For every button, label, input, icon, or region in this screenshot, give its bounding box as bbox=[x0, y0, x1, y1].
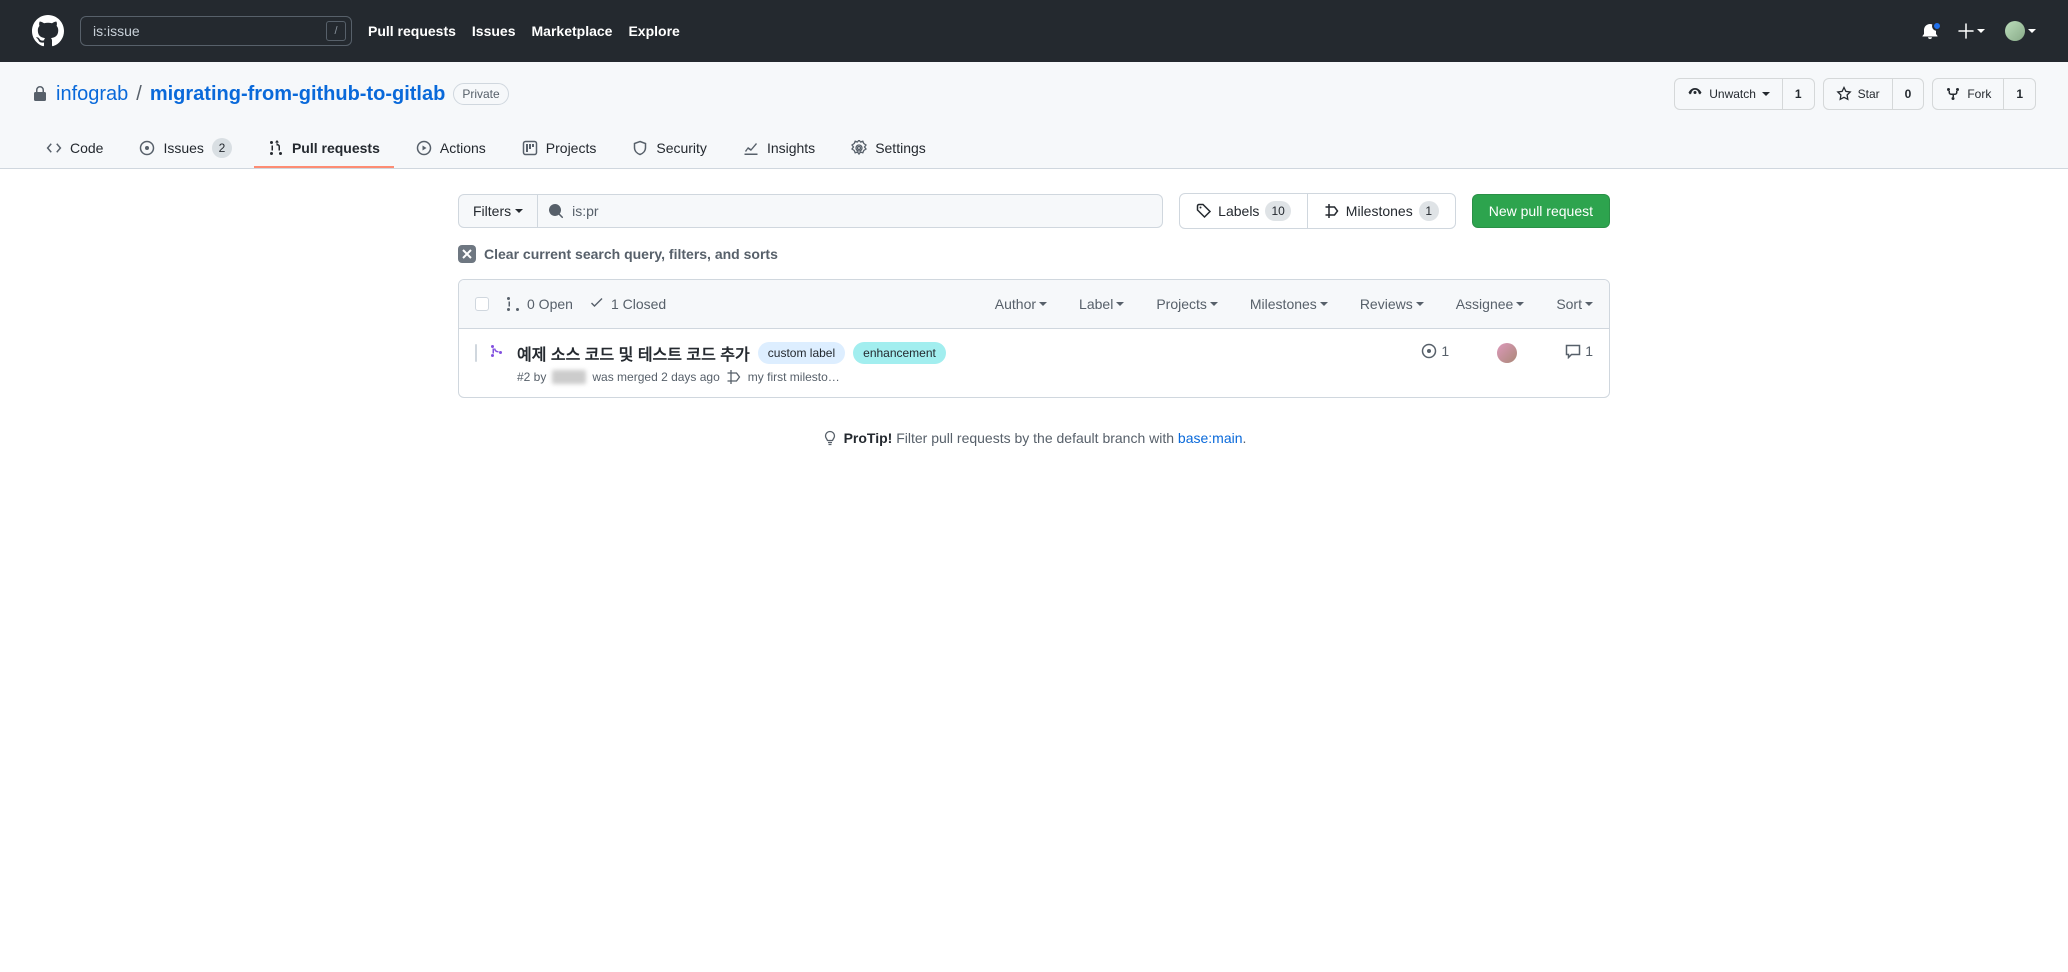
fork-button[interactable]: Fork1 bbox=[1932, 78, 2036, 110]
global-search: / bbox=[80, 16, 352, 46]
user-menu[interactable] bbox=[2005, 21, 2036, 41]
filters-button[interactable]: Filters bbox=[458, 194, 538, 228]
github-logo[interactable] bbox=[32, 15, 64, 47]
comments[interactable]: 1 bbox=[1565, 343, 1593, 359]
row-checkbox[interactable] bbox=[475, 344, 477, 362]
tab-insights[interactable]: Insights bbox=[729, 130, 829, 168]
assignee-avatar[interactable] bbox=[1497, 343, 1517, 363]
repo-owner[interactable]: infograb bbox=[56, 83, 128, 106]
filter-assignee[interactable]: Assignee bbox=[1456, 296, 1525, 312]
linked-issues[interactable]: 1 bbox=[1421, 343, 1449, 359]
filter-reviews[interactable]: Reviews bbox=[1360, 296, 1424, 312]
notifications-icon[interactable] bbox=[1922, 23, 1938, 39]
labels-button[interactable]: Labels10 bbox=[1180, 194, 1307, 228]
tab-issues[interactable]: Issues2 bbox=[125, 130, 245, 168]
closed-filter[interactable]: 1 Closed bbox=[589, 296, 666, 312]
visibility-badge: Private bbox=[453, 83, 508, 105]
merged-icon bbox=[489, 341, 505, 385]
close-icon bbox=[458, 245, 476, 263]
repo-name[interactable]: migrating-from-github-to-gitlab bbox=[150, 83, 446, 106]
pr-search-input[interactable] bbox=[538, 194, 1163, 228]
filter-projects[interactable]: Projects bbox=[1156, 296, 1218, 312]
create-menu[interactable] bbox=[1958, 23, 1985, 39]
unwatch-button[interactable]: Unwatch1 bbox=[1674, 78, 1814, 110]
filter-milestones[interactable]: Milestones bbox=[1250, 296, 1328, 312]
pr-title-link[interactable]: 예제 소스 코드 및 테스트 코드 추가 bbox=[517, 341, 750, 365]
nav-pulls[interactable]: Pull requests bbox=[368, 23, 456, 39]
pr-row: 예제 소스 코드 및 테스트 코드 추가 custom label enhanc… bbox=[459, 329, 1609, 397]
pr-subtitle: #2 by ████ was merged 2 days ago my firs… bbox=[517, 369, 1409, 385]
nav-issues[interactable]: Issues bbox=[472, 23, 516, 39]
notification-dot bbox=[1932, 21, 1942, 31]
tab-code[interactable]: Code bbox=[32, 130, 117, 168]
pr-label[interactable]: enhancement bbox=[853, 342, 946, 364]
new-pr-button[interactable]: New pull request bbox=[1472, 194, 1610, 228]
milestones-button[interactable]: Milestones1 bbox=[1307, 194, 1455, 228]
tab-settings[interactable]: Settings bbox=[837, 130, 940, 168]
filter-sort[interactable]: Sort bbox=[1556, 296, 1593, 312]
tab-pulls[interactable]: Pull requests bbox=[254, 130, 394, 168]
filter-label[interactable]: Label bbox=[1079, 296, 1124, 312]
clear-filters[interactable]: Clear current search query, filters, and… bbox=[458, 245, 1610, 263]
filter-author[interactable]: Author bbox=[995, 296, 1047, 312]
open-filter[interactable]: 0 Open bbox=[505, 296, 573, 312]
nav-marketplace[interactable]: Marketplace bbox=[532, 23, 613, 39]
pr-label[interactable]: custom label bbox=[758, 342, 845, 364]
separator: / bbox=[136, 83, 142, 106]
tab-actions[interactable]: Actions bbox=[402, 130, 500, 168]
lock-icon bbox=[32, 86, 48, 102]
star-button[interactable]: Star0 bbox=[1823, 78, 1925, 110]
slash-hint: / bbox=[326, 21, 346, 41]
search-input[interactable] bbox=[80, 16, 352, 46]
avatar bbox=[2005, 21, 2025, 41]
protip-link[interactable]: base:main bbox=[1178, 430, 1243, 446]
tab-security[interactable]: Security bbox=[618, 130, 721, 168]
nav-explore[interactable]: Explore bbox=[628, 23, 679, 39]
select-all-checkbox[interactable] bbox=[475, 297, 489, 311]
protip: ProTip! Filter pull requests by the defa… bbox=[458, 430, 1610, 446]
tab-projects[interactable]: Projects bbox=[508, 130, 611, 168]
